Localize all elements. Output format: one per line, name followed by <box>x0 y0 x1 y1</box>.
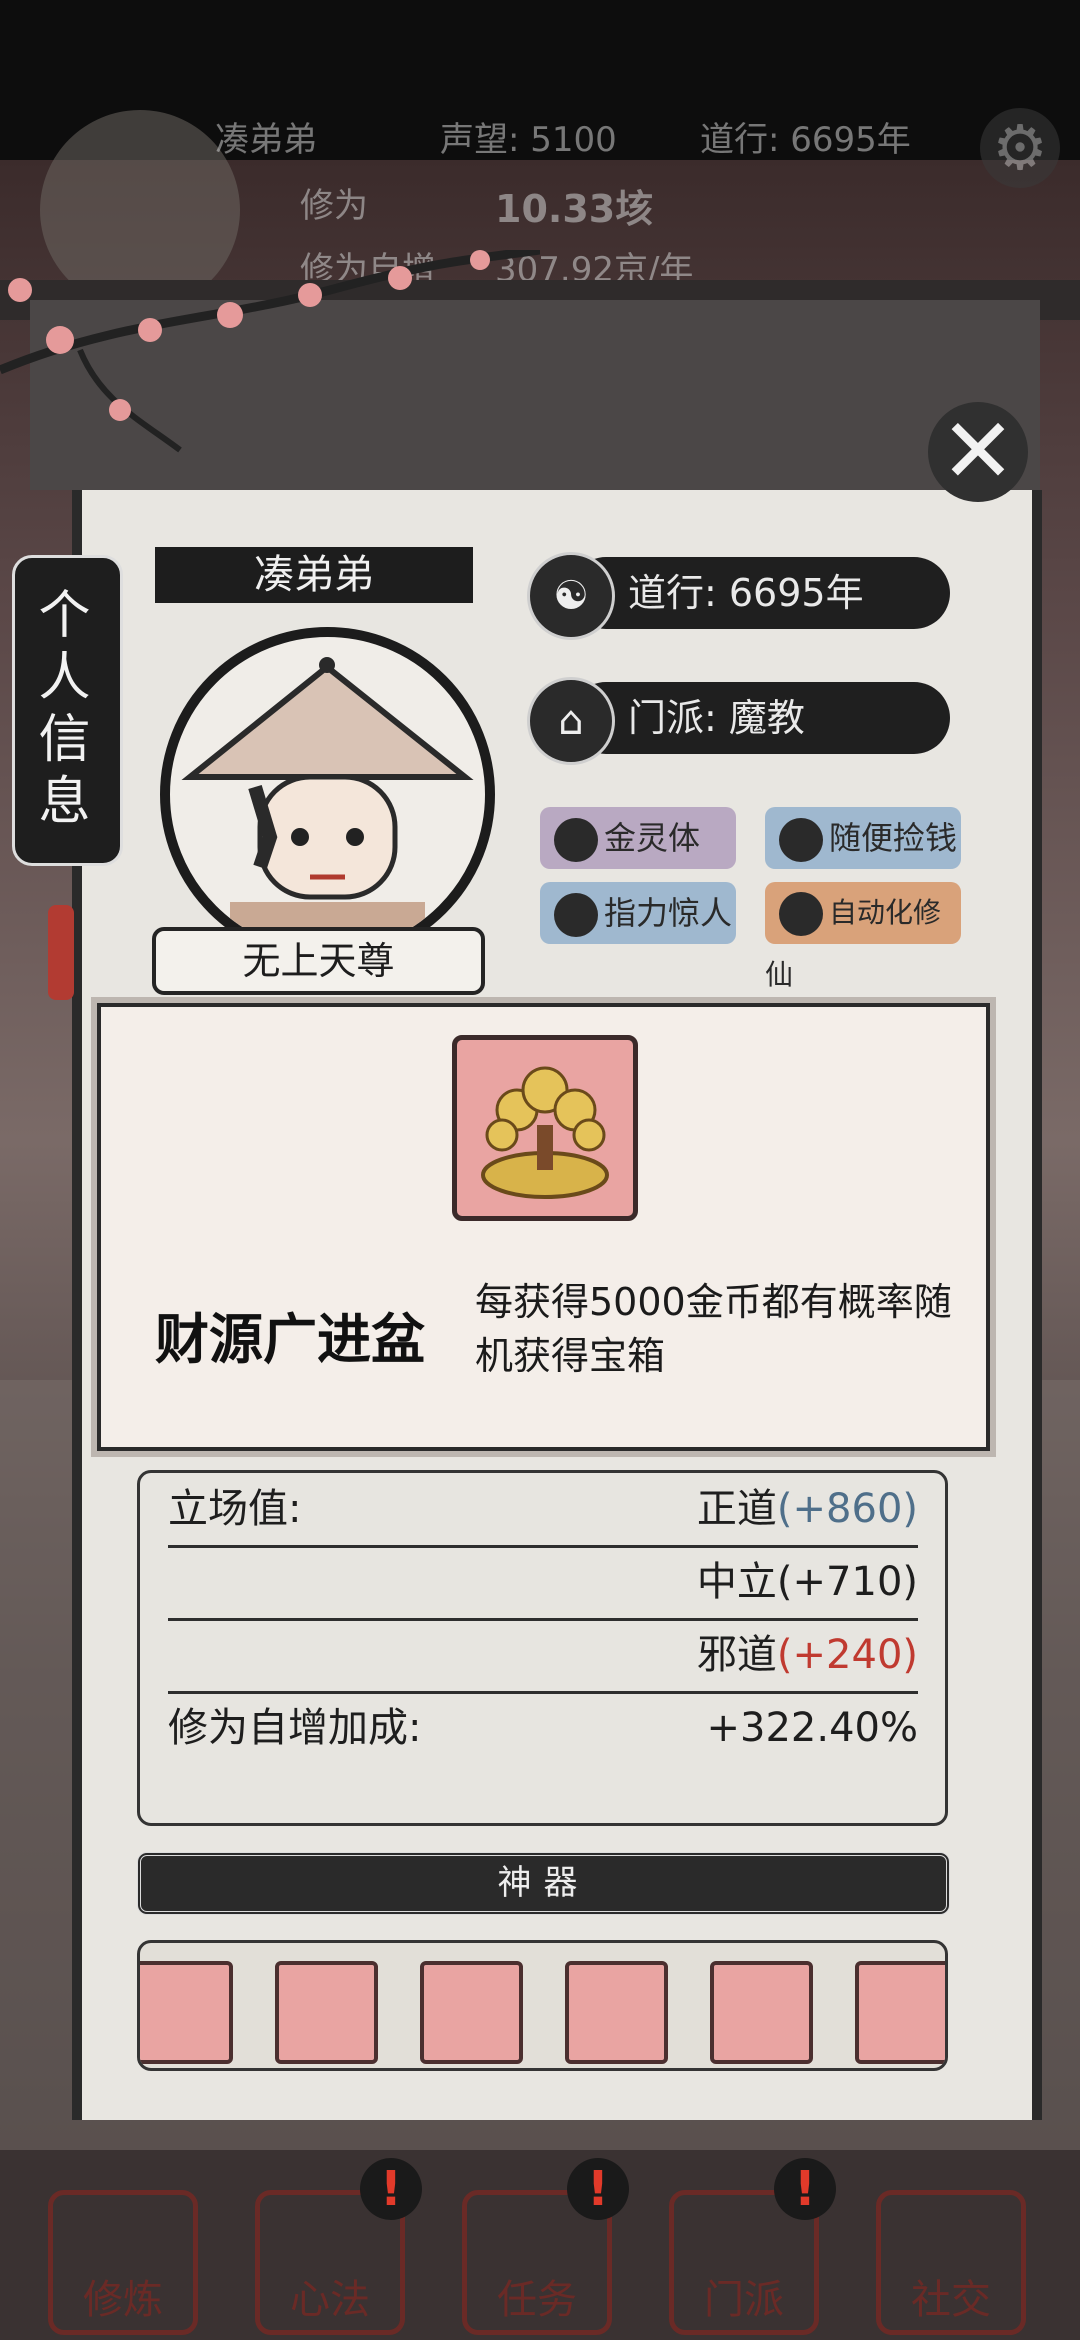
trait-chip[interactable]: 金灵体 <box>540 807 736 869</box>
fan-icon[interactable] <box>140 1961 233 2064</box>
daoxing-text: 道行: 6695年 <box>628 571 864 615</box>
xiedao-value: 邪道(+240) <box>696 1632 918 1678</box>
rank-title: 无上天尊 <box>152 927 485 995</box>
scroll-icon <box>554 818 598 862</box>
scroll-icon <box>779 892 823 936</box>
bonus-label: 修为自增加成: <box>168 1705 422 1751</box>
hud-xiuwei-label: 修为 <box>300 186 368 226</box>
stance-row-xiedao: 邪道(+240) <box>168 1619 918 1694</box>
gear-icon[interactable]: ⚙ <box>980 108 1060 188</box>
temple-icon: ⌂ <box>527 677 615 765</box>
artifacts-header: 神器 <box>137 1852 950 1915</box>
item-description: 每获得5000金币都有概率随机获得宝箱 <box>475 1280 952 1378</box>
jade-ring-icon[interactable] <box>420 1961 523 2064</box>
token-icon[interactable] <box>565 1961 668 2064</box>
nav-cultivate[interactable]: 修炼 <box>48 2190 198 2335</box>
golden-claw-icon[interactable] <box>275 1961 378 2064</box>
yin-yang-icon: ☯ <box>527 552 615 640</box>
sect-text: 门派: 魔教 <box>628 696 805 740</box>
close-icon[interactable]: ✕ <box>928 402 1028 502</box>
zhongli-value: 中立(+710) <box>696 1559 918 1605</box>
trait-label: 随便捡钱 <box>829 819 958 857</box>
hud-player-name: 凑弟弟 <box>215 120 317 160</box>
plum-blossom-branch-icon <box>0 250 540 453</box>
artifacts-list[interactable] <box>137 1940 948 2071</box>
trait-chip[interactable]: 自动化修仙 <box>765 882 961 991</box>
hud-xiuwei-value: 10.33垓 <box>495 187 654 231</box>
bonus-value: +322.40% <box>706 1705 918 1751</box>
sect-pill: 门派: 魔教 <box>570 682 950 754</box>
trait-chip[interactable]: 随便捡钱 <box>765 807 961 869</box>
daoxing-pill: 道行: 6695年 <box>570 557 950 629</box>
hud-reputation: 声望: 5100 <box>440 120 617 160</box>
trait-label: 指力惊人 <box>604 894 733 932</box>
item-name: 财源广进盆 <box>155 1308 425 1371</box>
stance-row-zhongli: 中立(+710) <box>168 1546 918 1621</box>
tab-personal-info-label: 个 人 信 息 <box>38 586 91 832</box>
money-tree-bonsai-icon <box>452 1035 638 1221</box>
profile-name: 凑弟弟 <box>155 547 473 603</box>
stance-label: 立场值: <box>168 1486 302 1532</box>
alert-icon: ! <box>360 2158 422 2220</box>
nav-social[interactable]: 社交 <box>876 2190 1026 2335</box>
trait-label: 金灵体 <box>604 819 701 857</box>
stance-row-zhengdao: 立场值: 正道(+860) <box>168 1473 918 1548</box>
scroll-icon <box>554 893 598 937</box>
avatar <box>160 627 495 962</box>
alert-icon: ! <box>567 2158 629 2220</box>
bonus-row: 修为自增加成: +322.40% <box>168 1692 918 1764</box>
alert-icon: ! <box>774 2158 836 2220</box>
stats-box[interactable]: 立场值: 正道(+860) 中立(+710) 邪道(+240) 修为自增加成: … <box>137 1470 948 1826</box>
zhengdao-value: 正道(+860) <box>696 1486 918 1532</box>
money-tree-icon[interactable] <box>710 1961 813 2064</box>
mirror-icon[interactable] <box>855 1961 945 2064</box>
straw-hat-character-icon <box>181 657 474 952</box>
tassel-decoration <box>48 905 74 1000</box>
fist-icon <box>779 818 823 862</box>
trait-chip[interactable]: 指力惊人 <box>540 882 736 944</box>
hud-cultivation-years: 道行: 6695年 <box>700 120 911 160</box>
